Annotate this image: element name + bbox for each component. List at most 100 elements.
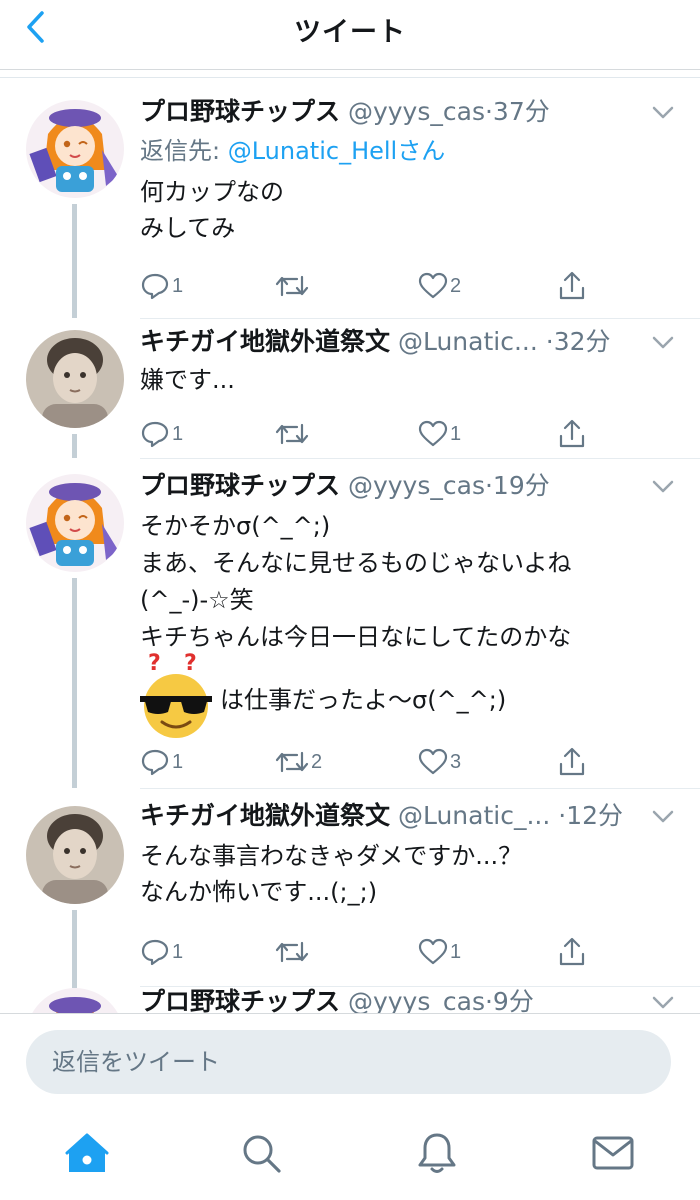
tweet-text: そかそかσ(^_^;) まあ、そんなに見せるものじゃないよね (^_-)-☆笑 … [140,508,670,719]
reply-input[interactable]: 返信をツイート [26,1030,671,1094]
tweet-line: は仕事だったよ〜σ(^_^;) [140,682,670,719]
handle[interactable]: @yyys_cas [348,97,485,126]
share-icon [559,419,585,448]
reply-mention-link[interactable]: @Lunatic_Hellさん [228,137,446,165]
tweet-header: プロ野球チップス @yyys_cas·19分 [140,468,630,504]
tweet-menu-button[interactable] [648,98,678,128]
tweet-actions: 1 1 [140,934,600,970]
reply-button[interactable]: 1 [140,268,183,304]
tweet-line: そんな事言わなきゃダメですか...？ [140,842,523,870]
timestamp[interactable]: 19分 [493,471,550,500]
display-name[interactable]: プロ野球チップス [140,97,340,126]
reply-composer-bar: 返信をツイート [0,1013,700,1110]
display-name[interactable]: プロ野球チップス [140,987,340,1013]
like-button[interactable]: 1 [418,416,461,452]
thread-line [72,434,77,458]
timestamp[interactable]: 9分 [493,987,534,1013]
display-name[interactable]: キチガイ地獄外道祭文 [140,327,390,356]
reply-button[interactable]: 1 [140,934,183,970]
tweet-menu-button[interactable] [648,472,678,502]
tweet-line: そかそかσ(^_^;) [140,512,331,540]
share-button[interactable] [558,934,586,970]
share-icon [559,937,585,966]
separator: · [545,327,554,356]
avatar[interactable] [26,474,124,572]
tweet-header: プロ野球チップス @yyys_cas·37分 [140,94,630,130]
tweet-line: 嫌です... [140,366,235,394]
retweet-button[interactable] [275,934,311,970]
retweet-icon [275,941,309,963]
handle[interactable]: @yyys_cas [348,471,485,500]
page-title: ツイート [294,17,406,48]
handle[interactable]: @Lunatic... [398,327,538,356]
tweet[interactable]: プロ野球チップス @yyys_cas·37分 返信先: @Lunatic_Hel… [0,78,700,318]
retweet-button[interactable] [275,416,311,452]
timestamp[interactable]: 37分 [493,97,550,126]
avatar[interactable] [26,988,124,1013]
tweet[interactable]: キチガイ地獄外道祭文 @Lunatic... ·32分 嫌です... 1 1 [0,318,700,458]
tweet-text: 嫌です... [140,362,670,398]
display-name[interactable]: プロ野球チップス [140,471,340,500]
tweet[interactable]: キチガイ地獄外道祭文 @Lunatic_... ·12分 そんな事言わなきゃダメ… [0,788,700,988]
tab-search[interactable] [236,1128,286,1178]
reply-button[interactable]: 1 [140,416,183,452]
tweet-menu-button[interactable] [648,328,678,358]
tweet-line: みしてみ [140,214,236,242]
tab-notifications[interactable] [412,1128,462,1178]
tweet-line-text: は仕事だったよ〜σ(^_^;) [220,686,507,714]
tweet-divider [140,458,700,459]
tweet[interactable]: プロ野球チップス @yyys_cas·19分 そかそかσ(^_^;) まあ、そん… [0,458,700,788]
tweet-divider [140,318,700,319]
conversation-thread[interactable]: プロ野球チップス @yyys_cas·37分 返信先: @Lunatic_Hel… [0,78,700,1013]
tweet-menu-button[interactable] [648,802,678,832]
avatar[interactable] [26,330,124,428]
reply-label: 返信先: [140,137,228,165]
tweet-line: なんか怖いです...(;_;) [140,878,378,906]
tweet-header: キチガイ地獄外道祭文 @Lunatic... ·32分 [140,324,630,360]
like-count: 1 [450,422,462,445]
display-name[interactable]: キチガイ地獄外道祭文 [140,801,390,830]
notifications-icon [418,1133,456,1173]
tweet-divider [140,986,700,987]
tweet[interactable]: プロ野球チップス @yyys_cas·9分 [0,987,700,1013]
tab-messages[interactable] [588,1128,638,1178]
heart-icon [418,272,448,299]
tweet-header: プロ野球チップス @yyys_cas·9分 [140,984,630,1013]
search-icon [243,1135,281,1173]
reply-count: 1 [172,750,184,773]
share-button[interactable] [558,744,586,780]
handle[interactable]: @Lunatic_... [398,801,550,830]
retweet-icon [275,275,309,297]
share-button[interactable] [558,268,586,304]
tweet-text: 何カップなの みしてみ [140,174,670,246]
handle[interactable]: @yyys_cas [348,987,485,1013]
like-button[interactable]: 3 [418,744,461,780]
chevron-down-icon [652,996,674,1009]
reply-button[interactable]: 1 [140,744,183,780]
thread-line [72,910,77,988]
tweet-actions: 1 2 [140,268,600,304]
share-button[interactable] [558,416,586,452]
chevron-down-icon [652,106,674,119]
retweet-button[interactable] [275,268,311,304]
top-bar: ツイート [0,0,700,70]
tweet-divider [140,788,700,789]
avatar[interactable] [26,100,124,198]
like-button[interactable]: 1 [418,934,461,970]
svg-text:?: ? [184,651,197,676]
avatar[interactable] [26,806,124,904]
svg-text:?: ? [148,651,161,676]
separator: · [484,97,493,126]
reply-count: 1 [172,940,184,963]
timestamp[interactable]: 32分 [554,327,611,356]
timestamp[interactable]: 12分 [566,801,623,830]
like-button[interactable]: 2 [418,268,461,304]
tweet-menu-button[interactable] [648,988,678,1013]
heart-icon [418,420,448,447]
reply-icon [141,421,169,448]
retweet-button[interactable]: 2 [275,744,322,780]
tab-home[interactable] [62,1128,112,1178]
tweet-line: 何カップなの [140,178,284,206]
chevron-down-icon [652,810,674,823]
like-count: 2 [450,274,462,297]
